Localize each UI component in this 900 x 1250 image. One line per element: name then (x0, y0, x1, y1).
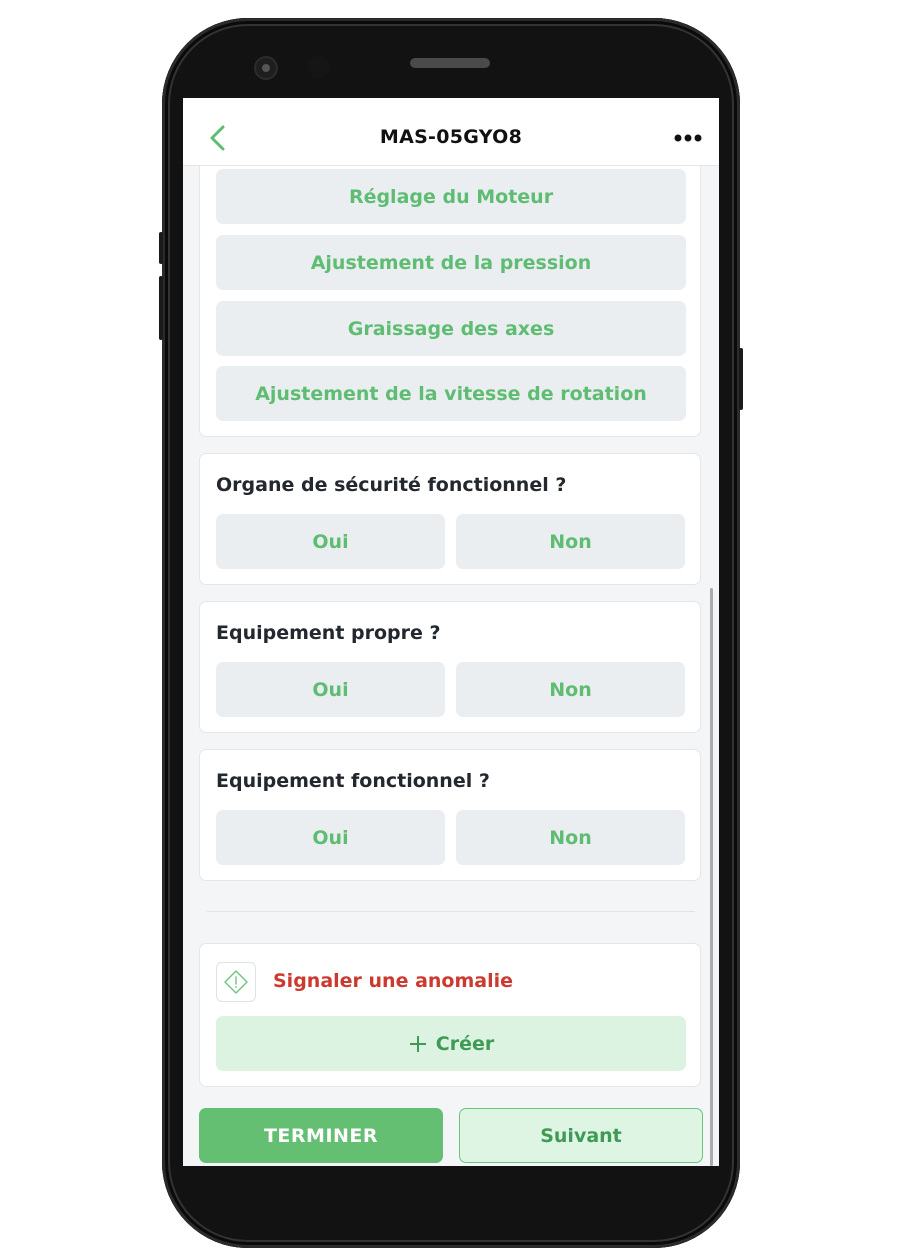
page-title: MAS-05GYO8 (379, 126, 523, 148)
no-label: Non (549, 826, 592, 849)
side-button-left-upper (159, 232, 163, 264)
option-label: Ajustement de la vitesse de rotation (255, 382, 647, 405)
yes-label: Oui (312, 678, 349, 701)
option-button[interactable]: Graissage des axes (216, 301, 686, 356)
yes-button[interactable]: Oui (216, 810, 445, 865)
section-divider (207, 911, 695, 912)
finish-button[interactable]: TERMINER (199, 1108, 443, 1163)
finish-label: TERMINER (263, 1124, 379, 1147)
yes-label: Oui (312, 530, 349, 553)
no-button[interactable]: Non (456, 662, 685, 717)
option-label: Ajustement de la pression (310, 251, 592, 274)
question-label: Equipement propre ? (216, 622, 441, 644)
warning-diamond-icon (216, 962, 256, 1002)
top-app-bar: MAS-05GYO8 (183, 98, 719, 166)
vertical-scrollbar[interactable] (710, 588, 713, 1166)
option-button[interactable]: Réglage du Moteur (216, 169, 686, 224)
proximity-sensor (308, 56, 330, 78)
side-button-right (739, 348, 743, 410)
yes-label: Oui (312, 826, 349, 849)
adjustment-options-card: Réglage du Moteur Ajustement de la press… (199, 146, 701, 437)
option-button[interactable]: Ajustement de la pression (216, 235, 686, 290)
create-label: Créer (435, 1032, 495, 1055)
option-button[interactable]: Ajustement de la vitesse de rotation (216, 366, 686, 421)
next-label: Suivant (540, 1124, 622, 1147)
option-label: Réglage du Moteur (348, 185, 554, 208)
report-anomaly-label: Signaler une anomalie (273, 970, 514, 992)
next-button[interactable]: Suivant (459, 1108, 703, 1163)
yes-button[interactable]: Oui (216, 662, 445, 717)
more-horizontal-icon[interactable] (673, 130, 703, 146)
app-screen: MAS-05GYO8 Réglage du Moteur Ajustement … (183, 98, 719, 1166)
plus-icon (409, 1035, 426, 1052)
question-label: Equipement fonctionnel ? (216, 770, 490, 792)
question-card-safety: Organe de sécurité fonctionnel ? Oui Non (199, 453, 701, 585)
question-label: Organe de sécurité fonctionnel ? (216, 474, 567, 496)
no-button[interactable]: Non (456, 514, 685, 569)
create-anomaly-button[interactable]: Créer (216, 1016, 686, 1071)
yes-button[interactable]: Oui (216, 514, 445, 569)
no-label: Non (549, 678, 592, 701)
question-card-clean: Equipement propre ? Oui Non (199, 601, 701, 733)
anomaly-card: Signaler une anomalie Créer (199, 943, 701, 1087)
no-label: Non (549, 530, 592, 553)
side-button-left-lower (159, 276, 163, 340)
scroll-content: Réglage du Moteur Ajustement de la press… (183, 146, 719, 1166)
option-label: Graissage des axes (347, 317, 555, 340)
question-card-functional: Equipement fonctionnel ? Oui Non (199, 749, 701, 881)
front-camera (256, 58, 276, 78)
earpiece-speaker (410, 58, 490, 68)
no-button[interactable]: Non (456, 810, 685, 865)
